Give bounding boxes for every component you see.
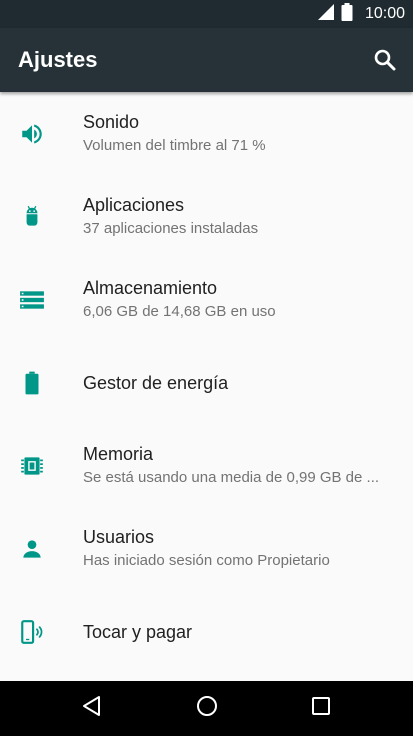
- recents-icon: [309, 694, 333, 723]
- item-title: Usuarios: [83, 527, 155, 547]
- battery-status-icon: [341, 2, 353, 26]
- back-button[interactable]: [77, 693, 107, 723]
- item-summary: 6,06 GB de 14,68 GB en uso: [83, 303, 276, 320]
- item-summary: Has iniciado sesión como Propietario: [83, 552, 330, 569]
- home-button[interactable]: [192, 693, 222, 723]
- settings-item-almacenamiento[interactable]: Almacenamiento 6,06 GB de 14,68 GB en us…: [0, 258, 413, 341]
- app-bar: Ajustes: [0, 28, 413, 92]
- status-bar: 10:00: [0, 0, 413, 28]
- item-title: Aplicaciones: [83, 195, 185, 215]
- settings-item-aplicaciones[interactable]: Aplicaciones 37 aplicaciones instaladas: [0, 175, 413, 258]
- memory-icon: [19, 453, 45, 479]
- settings-item-sonido[interactable]: Sonido Volumen del timbre al 71 %: [0, 92, 413, 175]
- item-summary: 37 aplicaciones instaladas: [83, 220, 259, 237]
- battery-icon: [19, 370, 45, 396]
- person-icon: [19, 536, 45, 562]
- volume-icon: [19, 121, 45, 147]
- item-title: Memoria: [83, 444, 154, 464]
- settings-item-memoria[interactable]: Memoria Se está usando una media de 0,99…: [0, 424, 413, 507]
- android-icon: [19, 204, 45, 230]
- settings-item-gestor-de-energia[interactable]: Gestor de energía: [0, 341, 413, 424]
- page-title: Ajustes: [18, 47, 98, 72]
- signal-icon: [317, 3, 335, 26]
- item-title: Tocar y pagar: [83, 621, 193, 642]
- item-summary: Volumen del timbre al 71 %: [83, 137, 266, 154]
- item-title: Sonido: [83, 112, 140, 132]
- search-icon: [371, 49, 399, 78]
- home-icon: [195, 694, 219, 723]
- settings-item-usuarios[interactable]: Usuarios Has iniciado sesión como Propie…: [0, 507, 413, 590]
- settings-list: Sonido Volumen del timbre al 71 % Aplica…: [0, 92, 413, 673]
- navigation-bar: [0, 681, 413, 736]
- back-icon: [80, 694, 104, 723]
- recents-button[interactable]: [306, 693, 336, 723]
- status-icons: 10:00: [317, 0, 405, 28]
- item-summary: Se está usando una media de 0,99 GB de .…: [83, 469, 380, 486]
- item-title: Almacenamiento: [83, 278, 218, 298]
- clock: 10:00: [364, 5, 405, 22]
- item-title: Gestor de energía: [83, 372, 229, 393]
- settings-item-tocar-y-pagar[interactable]: Tocar y pagar: [0, 590, 413, 673]
- search-button[interactable]: [371, 46, 399, 74]
- tap-and-pay-icon: [19, 619, 45, 645]
- storage-icon: [19, 287, 45, 313]
